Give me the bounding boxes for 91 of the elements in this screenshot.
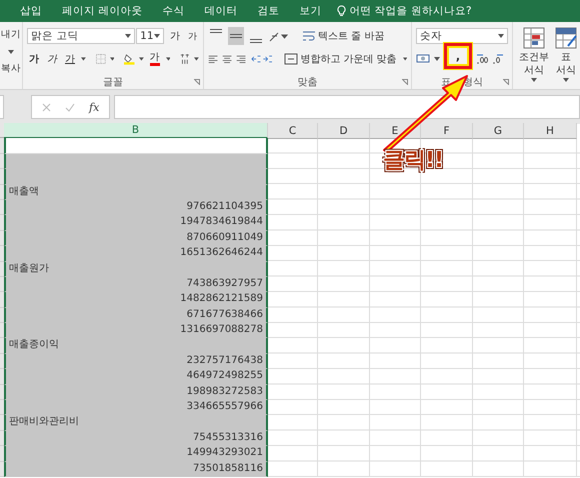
column-header[interactable]: B: [4, 123, 268, 139]
table-cell: 75455313316: [4, 430, 268, 446]
column-header[interactable]: H: [524, 123, 577, 139]
ribbon-tab[interactable]: 데이터: [194, 4, 248, 18]
tell-me-search[interactable]: 어떤 작업을 원하시나요?: [337, 4, 472, 18]
accounting-format-icon[interactable]: [416, 53, 430, 65]
wrap-text-button[interactable]: 텍스트 줄 바꿈: [300, 27, 386, 45]
ribbon-tab[interactable]: 수식: [152, 4, 194, 18]
align-lines-icon: [230, 34, 242, 38]
align-left-icon[interactable]: [208, 53, 218, 65]
increase-decimal-icon[interactable]: [476, 53, 488, 65]
insert-function-button[interactable]: fx: [89, 100, 100, 114]
column-header[interactable]: C: [268, 123, 318, 139]
fill-color-icon[interactable]: [124, 52, 135, 66]
align-center-icon[interactable]: [222, 53, 232, 65]
indent-icon[interactable]: [250, 53, 272, 65]
align-lines-icon: [250, 39, 262, 43]
italic-button[interactable]: 가: [45, 50, 59, 68]
table-cell: 73501858116: [4, 462, 268, 477]
font-name-field[interactable]: 맑은 고딕: [27, 28, 136, 44]
table-cell: 334665557966: [4, 400, 268, 416]
font-color-button[interactable]: 가: [148, 50, 162, 68]
table-cell: 1651362646244: [4, 246, 268, 262]
caret-icon: [125, 34, 132, 38]
clipboard-command[interactable]: 내기: [0, 26, 22, 44]
table-cell: 1316697088278: [4, 323, 268, 338]
align-right-icon[interactable]: [236, 53, 247, 65]
clipboard-command[interactable]: 복사: [0, 60, 22, 78]
selected-cell[interactable]: [4, 138, 268, 154]
caret-icon: [402, 57, 408, 61]
ribbon-tab[interactable]: 삽입: [10, 4, 52, 18]
dialog-launcher-icon[interactable]: [503, 79, 509, 85]
column-header[interactable]: G: [473, 123, 524, 139]
font-size-field[interactable]: 11: [136, 28, 164, 44]
group-label: 맞춤: [298, 76, 318, 89]
lightbulb-icon: [337, 5, 346, 17]
table-cell: 976621104395: [4, 200, 268, 216]
ribbon-tab[interactable]: 검토: [247, 4, 290, 18]
dialog-launcher-icon[interactable]: [194, 79, 200, 85]
merge-center-button[interactable]: 병합하고 가운데 맞춤: [282, 50, 399, 68]
table-cell: 149943293021: [4, 446, 268, 462]
vertical-align-button[interactable]: [228, 27, 244, 45]
caret-icon: [531, 78, 537, 82]
group-label: 글꼴: [103, 76, 123, 89]
table-cell: 1947834619844: [4, 215, 268, 231]
table-cell: 198983272583: [4, 384, 268, 400]
column-header[interactable]: F: [421, 123, 473, 139]
table-cell: 매출종이익: [4, 338, 268, 354]
formula-input[interactable]: [114, 95, 580, 119]
dialog-launcher-icon[interactable]: [402, 79, 408, 85]
orientation-icon[interactable]: [268, 30, 288, 42]
number-format-field[interactable]: 숫자: [416, 28, 508, 44]
caret-icon: [81, 57, 86, 61]
merge-cells-icon: [284, 53, 298, 65]
caret-icon: [498, 34, 504, 38]
table-cell: 판매비와관리비: [4, 415, 268, 431]
caret-icon: [138, 57, 144, 61]
table-cell: 743863927957: [4, 276, 268, 292]
selected-cell[interactable]: [4, 154, 268, 170]
wrap-text-icon: [302, 30, 316, 42]
table-cell: 671677638466: [4, 308, 268, 324]
caret-icon: [194, 57, 199, 61]
decrease-decimal-icon[interactable]: [492, 53, 504, 65]
comma-style-button[interactable]: ,: [451, 47, 465, 65]
column-header[interactable]: D: [318, 123, 370, 139]
border-icon[interactable]: [96, 53, 106, 65]
ribbon-tab[interactable]: 보기: [289, 4, 332, 18]
table-cell: 232757176438: [4, 354, 268, 370]
table-cell: 매출액: [4, 184, 268, 200]
conditional-format-button[interactable]: 조건부 서식: [519, 26, 549, 89]
table-cell: 1482862121589: [4, 292, 268, 308]
table-cell: 464972498255: [4, 369, 268, 385]
caret-icon: [434, 57, 440, 61]
table-cell: 870660911049: [4, 230, 268, 246]
caret-icon: [563, 78, 569, 82]
caret-icon: [110, 57, 114, 61]
highlighted-grid-icon: [522, 26, 546, 50]
shrink-font-button[interactable]: 가: [186, 27, 199, 45]
table-format-button[interactable]: 표 서식: [551, 26, 580, 89]
check-icon[interactable]: [65, 102, 75, 112]
align-lines-icon: [210, 29, 222, 33]
caret-icon: [166, 57, 170, 61]
caret-icon: [8, 50, 14, 54]
table-cell: 매출원가: [4, 262, 268, 277]
ribbon-tab[interactable]: 페이지 레이아웃: [52, 4, 152, 18]
grow-font-button[interactable]: 가: [168, 27, 182, 45]
caret-icon: [154, 34, 160, 38]
callout-text: 클릭!!: [383, 148, 444, 174]
phonetic-guide-icon[interactable]: [180, 52, 190, 66]
underline-button[interactable]: 가: [63, 50, 77, 68]
bold-button[interactable]: 가: [27, 50, 41, 68]
